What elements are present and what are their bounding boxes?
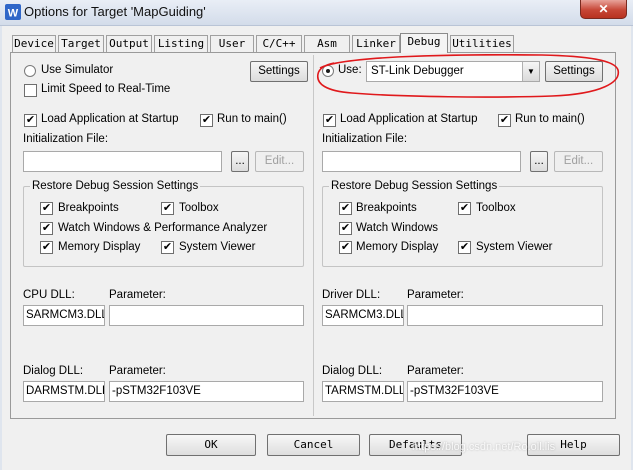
use-simulator-radio[interactable] bbox=[24, 65, 36, 77]
left-sysviewer-label: System Viewer bbox=[179, 241, 256, 253]
right-init-file-input[interactable] bbox=[322, 151, 521, 172]
tab-linker[interactable]: Linker bbox=[352, 35, 400, 52]
left-toolbox-label: Toolbox bbox=[179, 202, 219, 214]
app-icon: W bbox=[5, 4, 21, 20]
left-watch-checkbox[interactable]: ✔ bbox=[40, 222, 53, 235]
limit-speed-checkbox[interactable] bbox=[24, 84, 37, 97]
cpu-dll-param-input[interactable] bbox=[109, 305, 304, 326]
right-load-app-checkbox[interactable]: ✔ bbox=[323, 114, 336, 127]
debugger-select-value: ST-Link Debugger bbox=[371, 65, 464, 77]
cpu-dll-input[interactable]: SARMCM3.DLL bbox=[23, 305, 105, 326]
right-watch-checkbox[interactable]: ✔ bbox=[339, 222, 352, 235]
svg-text:W: W bbox=[8, 8, 19, 20]
right-restore-group-title: Restore Debug Session Settings bbox=[329, 180, 500, 192]
right-dialog-param-input[interactable]: -pSTM32F103VE bbox=[407, 381, 603, 402]
left-breakpoints-label: Breakpoints bbox=[58, 202, 119, 214]
left-init-file-label: Initialization File: bbox=[23, 133, 109, 145]
chevron-down-icon[interactable]: ▼ bbox=[522, 62, 539, 81]
right-memory-label: Memory Display bbox=[356, 241, 439, 253]
use-label: Use: bbox=[338, 64, 362, 76]
right-load-app-label: Load Application at Startup bbox=[340, 113, 478, 125]
driver-dll-input[interactable]: SARMCM3.DLL bbox=[322, 305, 404, 326]
tab-device[interactable]: Device bbox=[12, 35, 56, 52]
left-memory-checkbox[interactable]: ✔ bbox=[40, 241, 53, 254]
tab-target[interactable]: Target bbox=[58, 35, 104, 52]
cpu-dll-label: CPU DLL: bbox=[23, 289, 75, 301]
right-run-main-checkbox[interactable]: ✔ bbox=[498, 114, 511, 127]
left-edit-button[interactable]: Edit... bbox=[255, 151, 304, 172]
tab-utilities[interactable]: Utilities bbox=[450, 35, 514, 52]
right-breakpoints-label: Breakpoints bbox=[356, 202, 417, 214]
left-dialog-dll-input[interactable]: DARMSTM.DLL bbox=[23, 381, 105, 402]
left-run-main-checkbox[interactable]: ✔ bbox=[200, 114, 213, 127]
right-sysviewer-checkbox[interactable]: ✔ bbox=[458, 241, 471, 254]
title-bar: W Options for Target 'MapGuiding' ✕ bbox=[0, 0, 633, 26]
right-run-main-label: Run to main() bbox=[515, 113, 585, 125]
window-title: Options for Target 'MapGuiding' bbox=[24, 4, 206, 19]
left-load-app-checkbox[interactable]: ✔ bbox=[24, 114, 37, 127]
right-watch-label: Watch Windows bbox=[356, 222, 439, 234]
cancel-button[interactable]: Cancel bbox=[267, 434, 360, 456]
right-toolbox-label: Toolbox bbox=[476, 202, 516, 214]
tab-debug[interactable]: Debug bbox=[400, 33, 448, 53]
right-dialog-dll-input[interactable]: TARMSTM.DLL bbox=[322, 381, 404, 402]
tab-listing[interactable]: Listing bbox=[154, 35, 208, 52]
left-dialog-param-input[interactable]: -pSTM32F103VE bbox=[109, 381, 304, 402]
left-dialog-dll-label: Dialog DLL: bbox=[23, 365, 84, 377]
driver-dll-param-input[interactable] bbox=[407, 305, 603, 326]
driver-dll-label: Driver DLL: bbox=[322, 289, 381, 301]
close-button[interactable]: ✕ bbox=[580, 0, 627, 19]
right-browse-button[interactable]: ... bbox=[530, 151, 548, 172]
tab-asm[interactable]: Asm bbox=[304, 35, 350, 52]
left-sysviewer-checkbox[interactable]: ✔ bbox=[161, 241, 174, 254]
debugger-select[interactable]: ST-Link Debugger ▼ bbox=[366, 61, 540, 82]
right-dialog-param-label: Parameter: bbox=[407, 365, 464, 377]
debugger-settings-button[interactable]: Settings bbox=[545, 61, 603, 82]
column-divider bbox=[313, 55, 314, 416]
left-load-app-label: Load Application at Startup bbox=[41, 113, 179, 125]
left-dialog-param-label: Parameter: bbox=[109, 365, 166, 377]
left-memory-label: Memory Display bbox=[58, 241, 141, 253]
tab-user[interactable]: User bbox=[210, 35, 254, 52]
watermark-text: https://blog.csdn.net/Ro.oll.lis bbox=[412, 441, 556, 453]
left-restore-group-title: Restore Debug Session Settings bbox=[30, 180, 201, 192]
tab-cpp[interactable]: C/C++ bbox=[256, 35, 302, 52]
use-debugger-radio[interactable] bbox=[322, 65, 334, 77]
left-browse-button[interactable]: ... bbox=[231, 151, 249, 172]
left-breakpoints-checkbox[interactable]: ✔ bbox=[40, 202, 53, 215]
simulator-settings-button[interactable]: Settings bbox=[250, 61, 308, 82]
right-dialog-dll-label: Dialog DLL: bbox=[322, 365, 383, 377]
left-init-file-input[interactable] bbox=[23, 151, 222, 172]
use-simulator-label: Use Simulator bbox=[41, 64, 114, 76]
left-toolbox-checkbox[interactable]: ✔ bbox=[161, 202, 174, 215]
right-edit-button[interactable]: Edit... bbox=[554, 151, 603, 172]
cpu-dll-param-label: Parameter: bbox=[109, 289, 166, 301]
right-sysviewer-label: System Viewer bbox=[476, 241, 553, 253]
ok-button[interactable]: OK bbox=[166, 434, 256, 456]
limit-speed-label: Limit Speed to Real-Time bbox=[41, 83, 171, 95]
right-toolbox-checkbox[interactable]: ✔ bbox=[458, 202, 471, 215]
left-watch-label: Watch Windows & Performance Analyzer bbox=[58, 222, 268, 234]
tab-output[interactable]: Output bbox=[106, 35, 152, 52]
right-memory-checkbox[interactable]: ✔ bbox=[339, 241, 352, 254]
left-run-main-label: Run to main() bbox=[217, 113, 287, 125]
right-breakpoints-checkbox[interactable]: ✔ bbox=[339, 202, 352, 215]
right-init-file-label: Initialization File: bbox=[322, 133, 408, 145]
driver-dll-param-label: Parameter: bbox=[407, 289, 464, 301]
